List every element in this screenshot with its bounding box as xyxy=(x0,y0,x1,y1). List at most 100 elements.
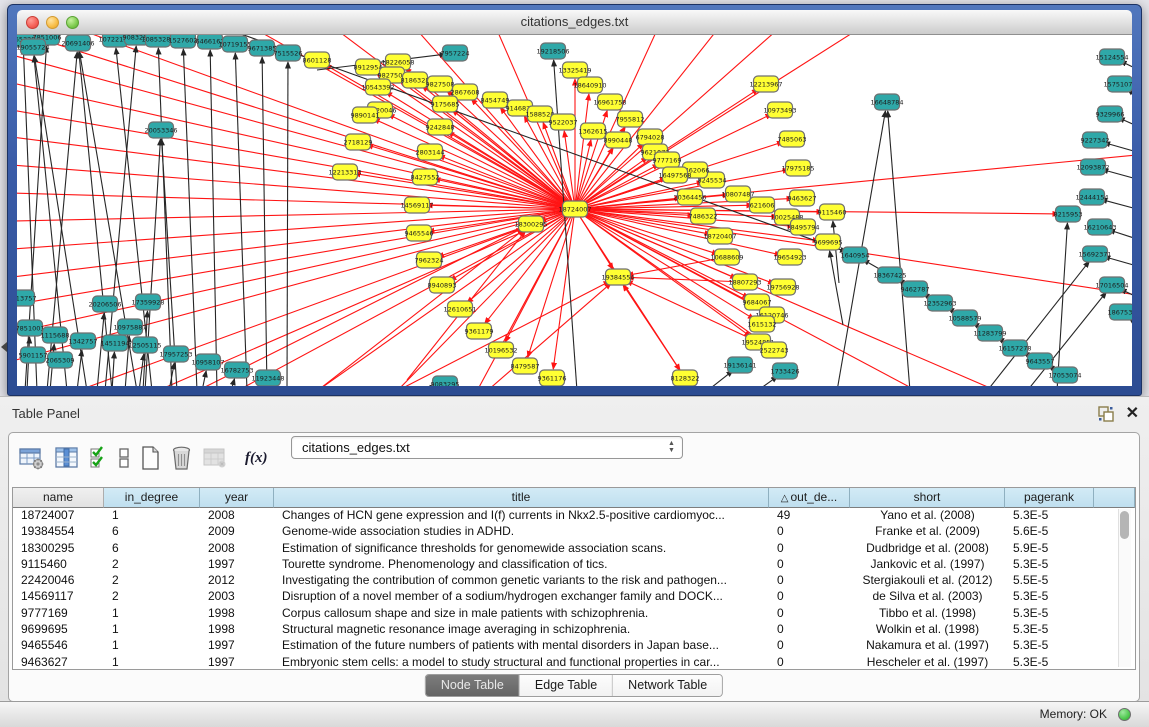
select-all-icon[interactable] xyxy=(89,446,109,470)
graph-node[interactable]: 16961758 xyxy=(593,94,626,110)
graph-node[interactable]: 1615132 xyxy=(748,316,777,332)
table-cell[interactable]: 0 xyxy=(769,556,850,572)
table-row[interactable]: 1938455462009Genome-wide association stu… xyxy=(13,523,1135,539)
function-builder-icon[interactable]: f(x) xyxy=(237,450,272,467)
graph-node[interactable]: 1867534 xyxy=(1108,304,1132,320)
table-cell[interactable]: 6 xyxy=(104,540,200,556)
graph-node[interactable]: 11283799 xyxy=(973,325,1006,341)
table-cell[interactable]: 1 xyxy=(104,637,200,653)
table-cell[interactable]: 1 xyxy=(104,507,200,523)
table-cell[interactable]: 19384554 xyxy=(13,523,104,539)
graph-node[interactable]: 3913757 xyxy=(17,290,36,306)
graph-node[interactable]: 1115688 xyxy=(41,327,70,343)
table-cell[interactable]: 1 xyxy=(104,621,200,637)
graph-node[interactable]: 2803144 xyxy=(416,144,445,160)
graph-node[interactable]: 1342757 xyxy=(69,333,98,349)
table-cell[interactable]: 2003 xyxy=(200,588,274,604)
graph-node[interactable]: 17053074 xyxy=(1048,367,1081,383)
table-cell[interactable]: Investigating the contribution of common… xyxy=(274,572,769,588)
network-window-titlebar[interactable]: citations_edges.txt xyxy=(17,10,1132,35)
float-panel-icon[interactable] xyxy=(1097,405,1115,423)
graph-node[interactable]: 17016504 xyxy=(1095,277,1128,293)
graph-node[interactable]: 10973493 xyxy=(763,102,796,118)
graph-node[interactable]: 9227342 xyxy=(1081,132,1110,148)
graph-node[interactable]: 16497568 xyxy=(658,167,691,183)
graph-node[interactable]: 2718129 xyxy=(344,134,373,150)
column-header-out-degree[interactable]: △out_de... xyxy=(769,488,850,508)
graph-node[interactable]: 17957253 xyxy=(159,346,192,362)
table-cell[interactable]: 1 xyxy=(104,605,200,621)
graph-node[interactable]: 9671385 xyxy=(248,40,277,56)
graph-node[interactable]: 20053346 xyxy=(144,122,177,138)
table-cell[interactable]: 9777169 xyxy=(13,605,104,621)
table-cell[interactable]: 1998 xyxy=(200,605,274,621)
table-row[interactable]: 911546021997Tourette syndrome. Phenomeno… xyxy=(13,556,1135,572)
table-cell[interactable]: Genome-wide association studies in ADHD. xyxy=(274,523,769,539)
graph-node[interactable]: 14569117 xyxy=(400,197,433,213)
table-cell[interactable]: 2 xyxy=(104,556,200,572)
table-cell[interactable]: Corpus callosum shape and size in male p… xyxy=(274,605,769,621)
graph-node[interactable]: 16648784 xyxy=(870,94,903,110)
graph-node[interactable]: 9699695 xyxy=(814,234,843,250)
graph-node[interactable]: 1451194 xyxy=(101,335,130,351)
table-row[interactable]: 1830029562008Estimation of significance … xyxy=(13,540,1135,556)
graph-node[interactable]: 18300295 xyxy=(514,216,547,232)
column-header-title[interactable]: title xyxy=(274,488,769,508)
table-cell[interactable]: 5.9E-5 xyxy=(1005,540,1094,556)
graph-node[interactable]: 8990448 xyxy=(604,132,633,148)
panel-collapse-arrow-icon[interactable] xyxy=(1,342,7,352)
table-cell[interactable]: Jankovic et al. (1997) xyxy=(850,556,1005,572)
table-cell[interactable]: Dudbridge et al. (2008) xyxy=(850,540,1005,556)
table-cell[interactable]: 22420046 xyxy=(13,572,104,588)
graph-node[interactable]: 19136141 xyxy=(723,357,756,373)
graph-node[interactable]: 18720407 xyxy=(703,228,736,244)
table-cell[interactable]: 5.3E-5 xyxy=(1005,605,1094,621)
graph-node[interactable]: 8479587 xyxy=(511,358,540,374)
delete-table-icon[interactable] xyxy=(202,446,228,470)
graph-node[interactable]: 9361176 xyxy=(538,370,567,386)
scrollbar-thumb[interactable] xyxy=(1120,511,1129,539)
column-header-year[interactable]: year xyxy=(200,488,274,508)
graph-node[interactable]: 18724007 xyxy=(558,201,591,217)
table-cell[interactable]: 9463627 xyxy=(13,654,104,670)
table-vertical-scrollbar[interactable] xyxy=(1118,509,1131,667)
graph-node[interactable]: 12505115 xyxy=(128,337,161,353)
graph-node[interactable]: 10807487 xyxy=(721,186,754,202)
table-row[interactable]: 977716911998Corpus callosum shape and si… xyxy=(13,605,1135,621)
graph-node[interactable]: 8601128 xyxy=(303,52,332,68)
table-cell[interactable]: 2012 xyxy=(200,572,274,588)
table-cell[interactable]: 18300295 xyxy=(13,540,104,556)
table-cell[interactable]: 5.3E-5 xyxy=(1005,588,1094,604)
graph-node[interactable]: 6794028 xyxy=(636,129,665,145)
table-cell[interactable]: 1997 xyxy=(200,637,274,653)
table-cell[interactable]: 5.3E-5 xyxy=(1005,507,1094,523)
table-mode-icon[interactable] xyxy=(19,446,45,470)
graph-node[interactable]: 8427552 xyxy=(411,169,440,185)
show-column-icon[interactable] xyxy=(54,446,80,470)
table-cell[interactable]: 5.3E-5 xyxy=(1005,621,1094,637)
graph-node[interactable]: 12352963 xyxy=(923,295,956,311)
tab-network-table[interactable]: Network Table xyxy=(613,675,722,696)
graph-node[interactable]: 10975887 xyxy=(113,319,146,335)
table-cell[interactable]: 2009 xyxy=(200,523,274,539)
table-cell[interactable]: Tourette syndrome. Phenomenology and cla… xyxy=(274,556,769,572)
graph-node[interactable]: 1640954 xyxy=(841,247,870,263)
graph-node[interactable]: 18495794 xyxy=(786,219,819,235)
graph-node[interactable]: 10588579 xyxy=(948,310,981,326)
table-cell[interactable]: Estimation of the future numbers of pati… xyxy=(274,637,769,653)
graph-node[interactable]: 18807293 xyxy=(728,274,761,290)
graph-node[interactable]: 1733426 xyxy=(771,363,800,379)
graph-node[interactable]: 9777169 xyxy=(653,152,682,168)
graph-node[interactable]: 7962324 xyxy=(415,252,444,268)
graph-node[interactable]: 16782753 xyxy=(220,362,253,378)
table-cell[interactable]: 1998 xyxy=(200,621,274,637)
graph-node[interactable]: 20206506 xyxy=(88,296,121,312)
graph-node[interactable]: 19654923 xyxy=(773,249,806,265)
table-cell[interactable]: 9115460 xyxy=(13,556,104,572)
table-cell[interactable]: Yano et al. (2008) xyxy=(850,507,1005,523)
table-cell[interactable]: Nakamura et al. (1997) xyxy=(850,637,1005,653)
table-cell[interactable]: 1 xyxy=(104,654,200,670)
graph-node[interactable]: 9465546 xyxy=(405,225,434,241)
table-cell[interactable]: Hescheler et al. (1997) xyxy=(850,654,1005,670)
graph-node[interactable]: 7486322 xyxy=(689,208,718,224)
